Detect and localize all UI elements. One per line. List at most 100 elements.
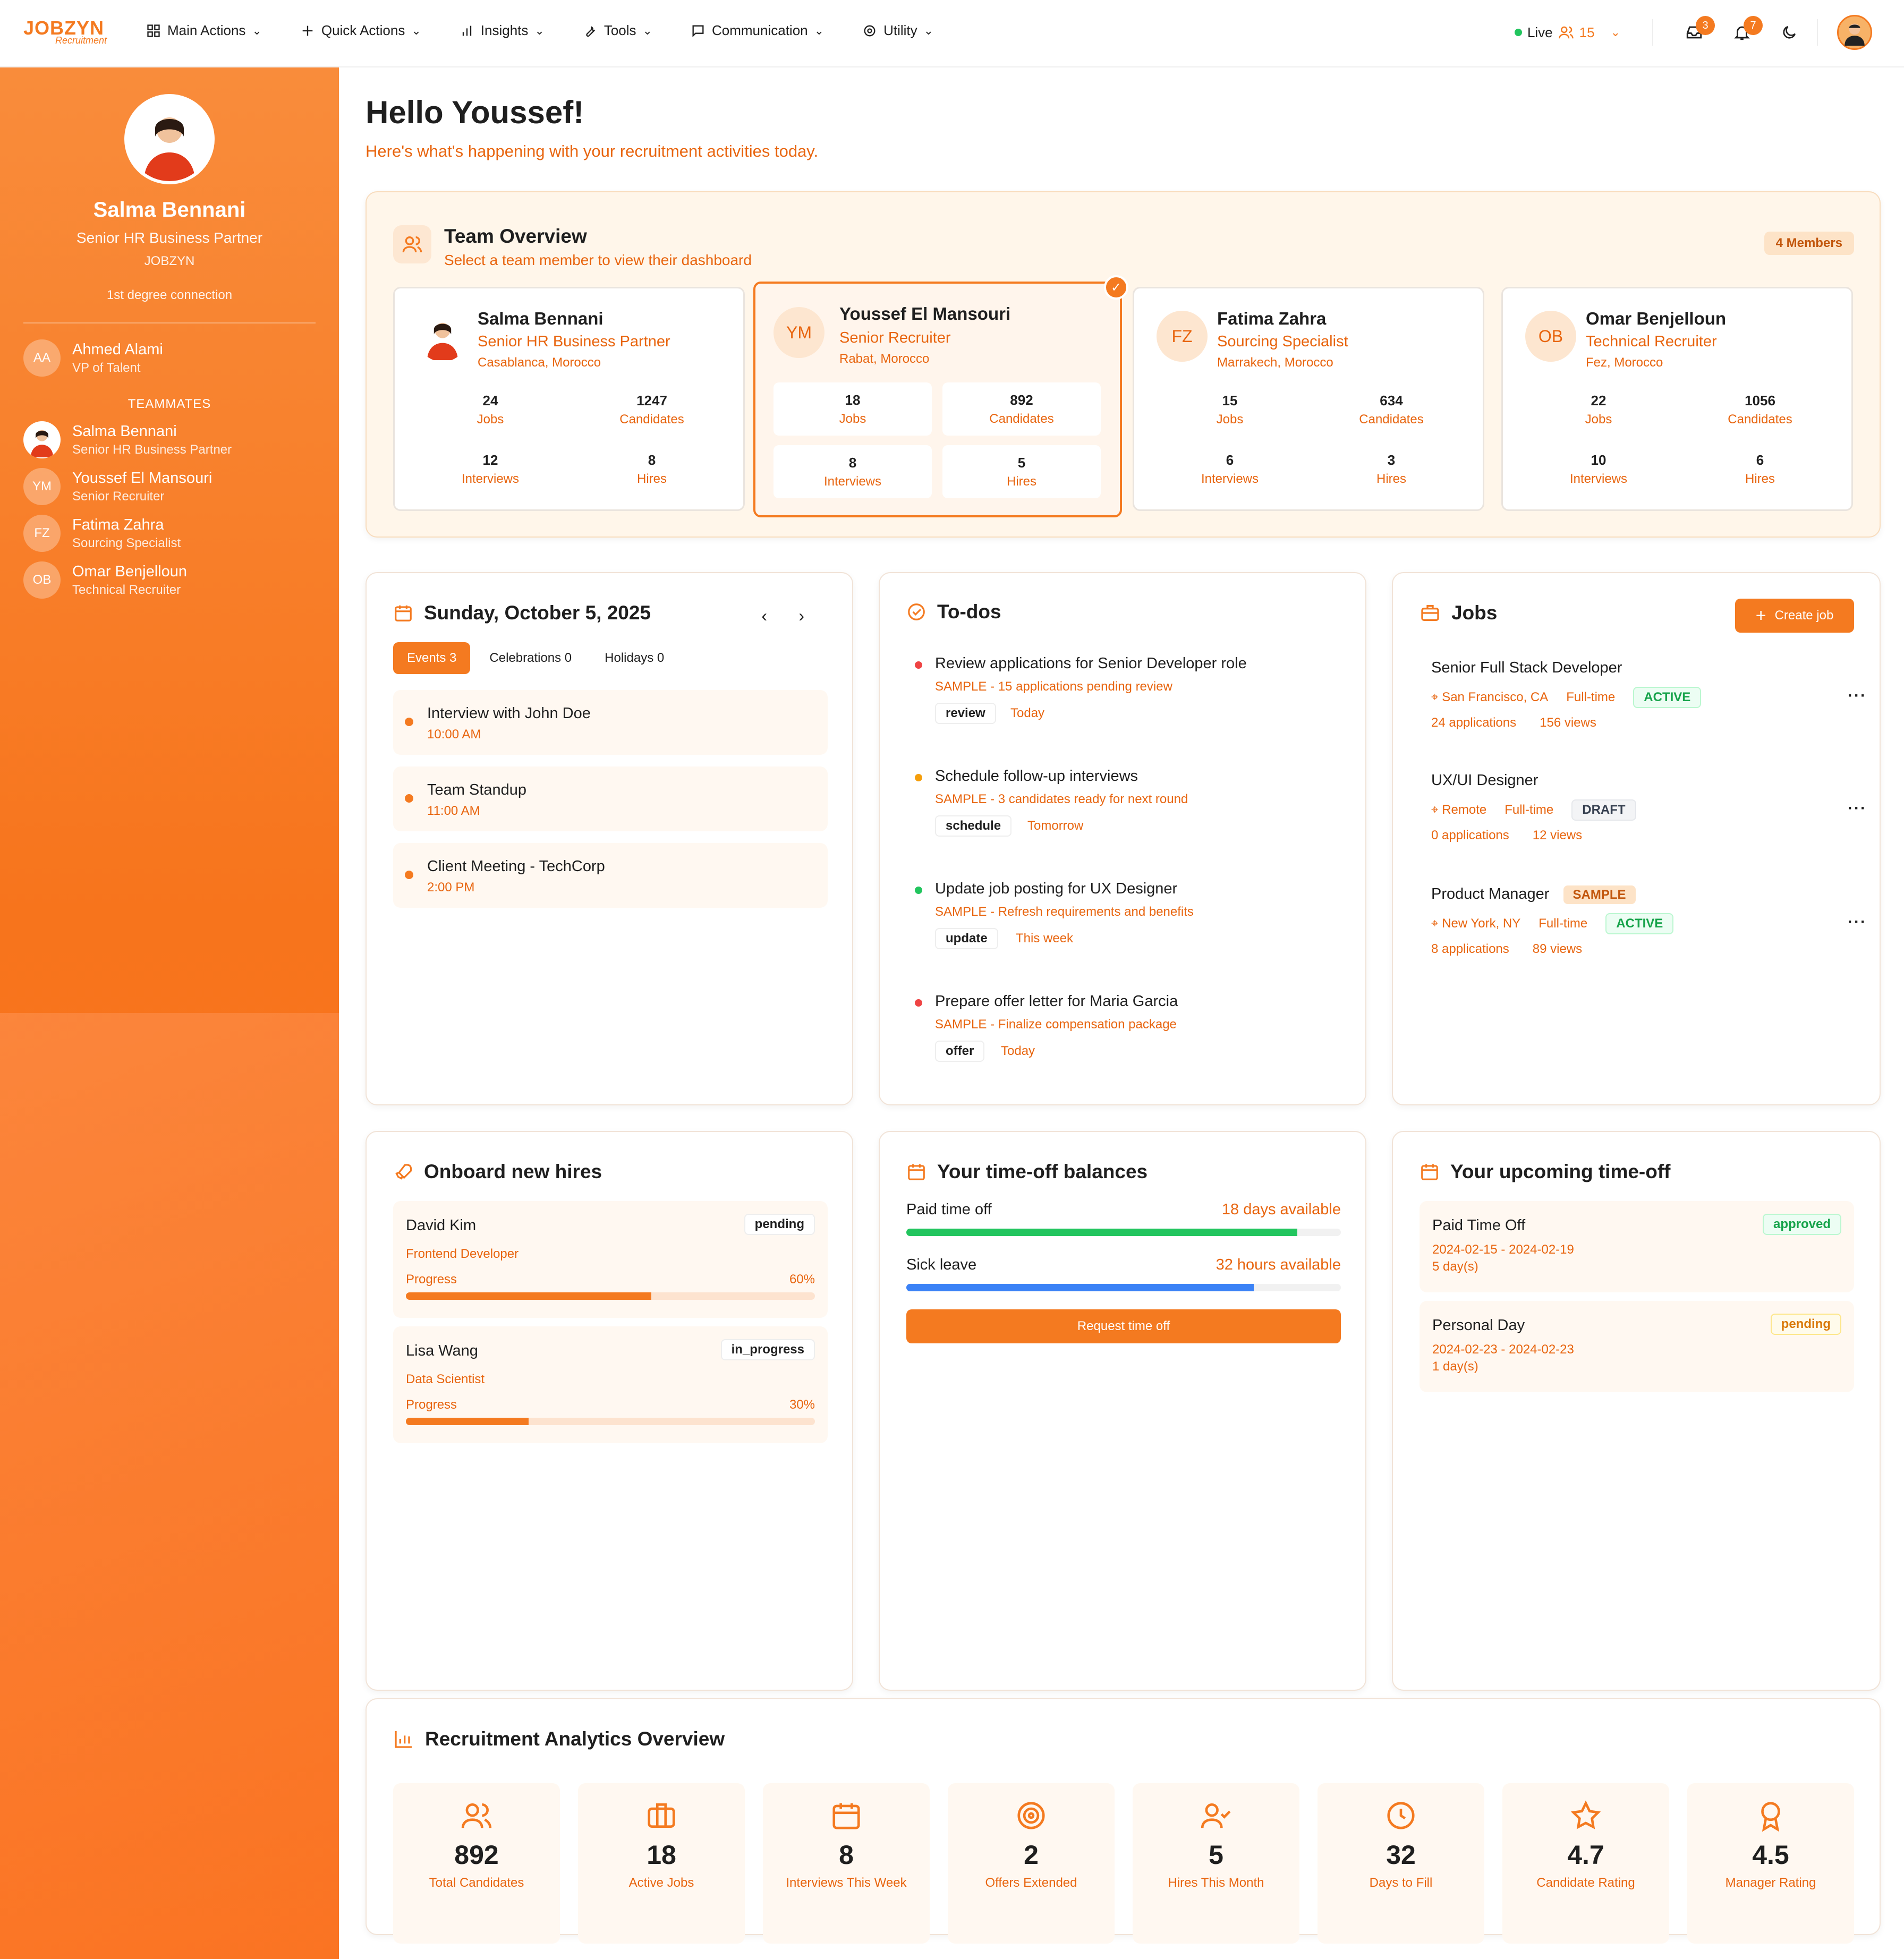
sidebar-teammate[interactable]: Salma Bennani Senior HR Business Partner bbox=[23, 421, 232, 458]
calendar-header: Sunday, October 5, 2025 bbox=[393, 602, 651, 624]
stat-value: 10 bbox=[1591, 452, 1606, 468]
tab-celebrations[interactable]: Celebrations 0 bbox=[475, 642, 585, 674]
stat-label: Interviews bbox=[1201, 472, 1259, 486]
teammates-heading: TEAMMATES bbox=[128, 397, 211, 411]
more-options-icon[interactable]: ··· bbox=[1848, 913, 1867, 931]
tab-holidays[interactable]: Holidays 0 bbox=[591, 642, 678, 674]
stat-label: Jobs bbox=[477, 412, 504, 427]
onboard-card: Onboard new hires David Kim pending Fron… bbox=[366, 1131, 853, 1691]
avatar: OB bbox=[23, 561, 61, 599]
team-member-card[interactable]: FZ Fatima Zahra Sourcing Specialist Marr… bbox=[1133, 287, 1484, 511]
person-name: Ahmed Alami bbox=[72, 340, 163, 358]
request-time-off-button[interactable]: Request time off bbox=[906, 1309, 1341, 1343]
team-member-card[interactable]: Salma Bennani Senior HR Business Partner… bbox=[393, 287, 745, 511]
logo-subtext: Recruitment bbox=[55, 35, 107, 46]
jobs-title: Jobs bbox=[1451, 602, 1498, 624]
create-job-button[interactable]: + Create job bbox=[1735, 599, 1854, 633]
more-options-icon[interactable]: ··· bbox=[1848, 799, 1867, 817]
stat-value: 1247 bbox=[636, 393, 667, 408]
tab-events[interactable]: Events 3 bbox=[393, 642, 471, 674]
event-item[interactable]: Client Meeting - TechCorp 2:00 PM bbox=[393, 843, 828, 908]
hire-name: Lisa Wang bbox=[406, 1342, 478, 1359]
user-avatar[interactable] bbox=[1837, 15, 1872, 50]
stat-value: 18 bbox=[647, 1840, 676, 1870]
top-bar: JOBZYN Recruitment Main Actions ⌄ Quick A… bbox=[0, 0, 1904, 67]
person-name: Salma Bennani bbox=[72, 422, 177, 440]
time-off-days: 5 day(s) bbox=[1432, 1259, 1478, 1274]
time-off-item[interactable]: Paid Time Off approved 2024-02-15 - 2024… bbox=[1420, 1201, 1854, 1292]
more-options-icon[interactable]: ··· bbox=[1848, 687, 1867, 705]
nav-tools[interactable]: Tools ⌄ bbox=[583, 22, 652, 39]
nav-quick-actions[interactable]: Quick Actions ⌄ bbox=[300, 22, 421, 39]
time-off-days: 1 day(s) bbox=[1432, 1359, 1478, 1374]
hire-role: Frontend Developer bbox=[406, 1247, 519, 1261]
briefcase-icon bbox=[1421, 605, 1439, 621]
sidebar-teammate[interactable]: YM Youssef El Mansouri Senior Recruiter bbox=[23, 468, 212, 505]
priority-dot bbox=[915, 887, 922, 894]
chevron-right-icon[interactable]: › bbox=[798, 606, 804, 626]
team-member-card-selected[interactable]: ✓ YM Youssef El Mansouri Senior Recruite… bbox=[753, 275, 1128, 517]
nav-main-actions[interactable]: Main Actions ⌄ bbox=[146, 22, 262, 39]
logo[interactable]: JOBZYN Recruitment bbox=[23, 17, 107, 46]
nav-utility[interactable]: Utility ⌄ bbox=[862, 22, 933, 39]
users-icon bbox=[1558, 26, 1574, 39]
person-role: Senior HR Business Partner bbox=[72, 442, 232, 457]
stat-label: Manager Rating bbox=[1725, 1876, 1816, 1890]
onboard-item[interactable]: Lisa Wang in_progress Data Scientist Pro… bbox=[393, 1326, 828, 1443]
event-item[interactable]: Interview with John Doe 10:00 AM bbox=[393, 690, 828, 755]
chevron-down-icon: ⌄ bbox=[252, 23, 262, 37]
theme-toggle[interactable] bbox=[1781, 24, 1798, 41]
member-role: Senior HR Business Partner bbox=[478, 333, 670, 350]
user-face-icon bbox=[1844, 23, 1865, 46]
job-type: Full-time bbox=[1538, 916, 1588, 931]
greeting-subtitle: Here's what's happening with your recrui… bbox=[366, 142, 819, 160]
upcoming-title: Your upcoming time-off bbox=[1450, 1161, 1671, 1182]
nav-communication[interactable]: Communication ⌄ bbox=[691, 22, 824, 39]
clock-icon bbox=[1387, 1802, 1415, 1829]
plus-icon bbox=[302, 25, 313, 36]
inbox-button[interactable]: 3 bbox=[1685, 16, 1715, 41]
stat-candidates: 1247 Candidates bbox=[577, 393, 726, 427]
member-role: Sourcing Specialist bbox=[1217, 333, 1348, 350]
onboard-item[interactable]: David Kim pending Frontend Developer Pro… bbox=[393, 1201, 828, 1318]
create-job-label: Create job bbox=[1774, 608, 1834, 623]
progress-value: 60% bbox=[789, 1272, 815, 1287]
avatar: YM bbox=[774, 307, 824, 358]
stat-label: Candidate Rating bbox=[1536, 1876, 1635, 1890]
job-applications: 0 applications bbox=[1431, 828, 1509, 842]
stat-label: Candidates bbox=[1728, 412, 1792, 427]
chevron-down-icon: ⌄ bbox=[814, 23, 824, 37]
stat-label: Hires bbox=[1006, 474, 1036, 489]
live-indicator[interactable]: Live 15 ⌄ bbox=[1514, 24, 1620, 41]
live-label: Live bbox=[1527, 24, 1553, 40]
sidebar-manager[interactable]: AA Ahmed Alami VP of Talent bbox=[23, 339, 163, 377]
stat-value: 1056 bbox=[1745, 393, 1775, 408]
stat-jobs: 15 Jobs bbox=[1155, 393, 1304, 427]
sidebar-teammate[interactable]: FZ Fatima Zahra Sourcing Specialist bbox=[23, 515, 181, 552]
person-role: Technical Recruiter bbox=[72, 582, 181, 597]
sidebar-teammate[interactable]: OB Omar Benjelloun Technical Recruiter bbox=[23, 561, 187, 599]
team-member-card[interactable]: OB Omar Benjelloun Technical Recruiter F… bbox=[1501, 287, 1853, 511]
sidebar: Salma Bennani Senior HR Business Partner… bbox=[0, 67, 339, 1959]
notifications-button[interactable]: 7 bbox=[1733, 16, 1763, 41]
time-off-item[interactable]: Personal Day pending 2024-02-23 - 2024-0… bbox=[1420, 1301, 1854, 1392]
stat-candidates: 892 Candidates bbox=[942, 382, 1101, 436]
progress-fill bbox=[406, 1292, 651, 1300]
stat-label: Candidates bbox=[989, 412, 1054, 426]
job-stats: 0 applications 12 views bbox=[1431, 828, 1582, 843]
todo-tag: update bbox=[935, 928, 998, 949]
member-name: Youssef El Mansouri bbox=[839, 304, 1011, 323]
job-title: UX/UI Designer bbox=[1431, 772, 1538, 789]
event-dot bbox=[405, 794, 413, 803]
nav-insights[interactable]: Insights ⌄ bbox=[460, 22, 545, 39]
event-item[interactable]: Team Standup 11:00 AM bbox=[393, 766, 828, 831]
todos-title: To-dos bbox=[937, 601, 1001, 623]
nav-label: Main Actions bbox=[167, 22, 246, 38]
stat-label: Jobs bbox=[1585, 412, 1612, 427]
job-stats: 24 applications 156 views bbox=[1431, 716, 1596, 730]
chevron-left-icon[interactable]: ‹ bbox=[761, 606, 767, 626]
balance-label: Paid time off bbox=[906, 1201, 992, 1218]
job-location: Remote bbox=[1442, 803, 1487, 817]
job-views: 89 views bbox=[1532, 942, 1583, 956]
briefcase-icon bbox=[648, 1803, 675, 1828]
